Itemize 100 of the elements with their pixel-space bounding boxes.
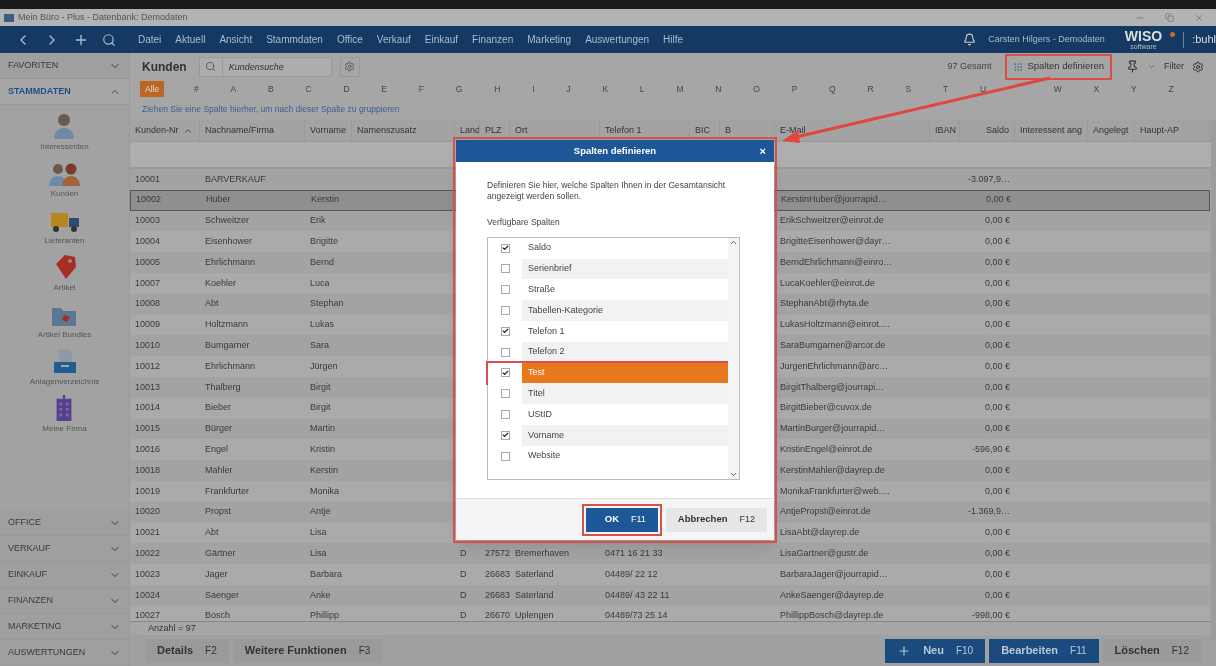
table-cell: BrigitteEisenhower@dayr… [780, 235, 891, 249]
table-cell: Phillipp [310, 609, 340, 621]
table-cell-text: 10023 [135, 567, 161, 581]
table-cell-text: KristinEngel@einrot.de [780, 443, 873, 456]
table-cell-text: D [460, 567, 467, 581]
table-cell-text: 10012 [135, 359, 161, 373]
table-cell-text: 04489/ 22 12 [605, 567, 658, 581]
table-cell: Kerstin [311, 193, 339, 207]
table-cell: Abt [205, 526, 219, 540]
table-cell-text: BARVERKAUF [205, 172, 266, 186]
table-cell: Erik [310, 214, 326, 228]
table-cell: Holtzmann [205, 318, 249, 332]
table-cell: Lisa [310, 526, 327, 540]
table-cell: 10020 [135, 505, 161, 519]
table-cell: 0,00 € [984, 297, 1010, 311]
table-cell: LukasHoltzmann@einrot.… [780, 318, 891, 332]
table-cell-text: MonikaFrankfurter@web.… [780, 484, 891, 498]
table-cell: 10003 [135, 214, 161, 228]
table-cell: D [460, 609, 467, 621]
table-cell: ErikSchweitzer@einrot.de [780, 214, 884, 228]
table-cell: Lukas [310, 318, 335, 332]
table-cell-text: Gärtner [205, 547, 236, 560]
table-cell-text: 0,00 € [984, 588, 1010, 602]
table-cell: 10002 [136, 193, 162, 207]
table-cell: 0,00 € [984, 401, 1010, 415]
table-cell: StephanAbt@rhyta.de [780, 297, 869, 311]
dialog-title: Spalten definieren [573, 143, 657, 158]
table-cell-text: BirgitThalberg@jourrapi… [780, 380, 885, 394]
table-cell-text: Barbara [310, 567, 343, 581]
table-cell-text: Lisa [310, 547, 327, 560]
table-cell-text: 10010 [135, 339, 161, 352]
table-cell: 0,00 € [985, 193, 1011, 207]
table-cell: 26670 [485, 609, 511, 621]
table-cell-text: Anke [310, 588, 331, 602]
table-cell-text: Kristin [310, 443, 335, 456]
dialog-description: Definieren Sie hier, welche Spalten Ihnen in der Gesamtansicht angezeigt werden sollen. [487, 180, 727, 202]
table-cell: MartinBurger@jourrapid… [780, 422, 886, 436]
table-cell-text: 10007 [135, 276, 161, 290]
table-cell-text: BerndEhrlichmann@einro… [780, 255, 893, 269]
table-cell: Antje [310, 505, 331, 519]
table-cell: 10015 [135, 422, 161, 436]
table-cell-text: Kerstin [310, 463, 338, 477]
table-cell-text: JurgenEhrlichmann@arc… [780, 359, 889, 373]
group-hint: Ziehen Sie eine Spalte hierher, um nach dieser Spalte zu gruppieren [142, 102, 400, 116]
table-cell-text: 0,00 € [984, 255, 1010, 269]
table-cell-text: 0,00 € [984, 276, 1010, 290]
table-cell-text: Jürgen [310, 359, 338, 373]
table-cell-text: 0,00 € [984, 463, 1010, 477]
logo-text: WISO [1124, 29, 1163, 43]
table-cell: 10009 [135, 318, 161, 332]
table-cell-text: 0,00 € [984, 339, 1010, 352]
table-cell-text: Saenger [205, 588, 240, 602]
table-cell-text: D [460, 588, 467, 602]
table-cell-text: LisaGartner@gustr.de [780, 547, 869, 560]
window-title: Mein Büro - Plus - Datenbank: Demodaten [18, 10, 188, 24]
list-label: Verfügbare Spalten [487, 216, 561, 229]
table-cell-text: 0,00 € [984, 567, 1010, 581]
table-cell: 10004 [135, 235, 161, 249]
table-cell-text: AnkeSaenger@dayrep.de [780, 588, 884, 602]
table-cell-text: 10018 [135, 463, 161, 477]
table-cell: KerstinHuber@jourrapid… [781, 193, 887, 207]
table-cell: -1.369,9… [967, 505, 1010, 519]
table-cell-text: 10005 [135, 255, 161, 269]
table-cell: Schweitzer [205, 214, 249, 228]
table-cell-text: 0,00 € [984, 380, 1010, 394]
table-cell-text: 10001 [135, 172, 161, 186]
table-cell-text: Monika [310, 484, 339, 498]
table-cell: Bieber [205, 401, 231, 415]
table-cell: LisaAbt@dayrep.de [780, 526, 860, 540]
table-cell: Propst [205, 505, 231, 519]
table-cell-text: 26683 [485, 588, 511, 602]
table-cell: Brigitte [310, 235, 338, 249]
table-cell-text: -3.097,9… [967, 172, 1010, 186]
table-cell-text: 0,00 € [984, 484, 1010, 498]
page-title: Kunden [142, 58, 187, 76]
table-cell-text: -596,90 € [971, 443, 1010, 456]
total-count: 97 Gesamt [947, 59, 992, 73]
table-cell-text: Saterland [515, 588, 554, 602]
table-cell-text: 27572 [485, 547, 511, 560]
table-cell-text: Frankfurter [205, 484, 249, 498]
table-cell: Abt [205, 297, 219, 311]
table-cell-text: Bumgarner [205, 339, 250, 352]
table-cell-text: Engel [205, 443, 229, 456]
table-cell-text: 10022 [135, 547, 161, 560]
table-cell-text: KerstinMahler@dayrep.de [780, 463, 885, 477]
table-cell-text: 10016 [135, 443, 161, 456]
table-cell: -998,00 € [971, 609, 1010, 621]
table-cell: 0,00 € [984, 318, 1010, 332]
table-cell-text: 10019 [135, 484, 161, 498]
table-cell-text: SaraBumgarner@arcor.de [780, 339, 886, 352]
table-cell: 10008 [135, 297, 161, 311]
table-cell-text: Bernd [310, 255, 335, 269]
table-cell-text: D [460, 547, 467, 560]
table-cell: Huber [206, 193, 231, 207]
table-cell-text: Jager [205, 567, 228, 581]
table-cell-text: Luca [310, 276, 330, 290]
table-cell-text: Mahler [205, 463, 233, 477]
table-cell-text: Saterland [515, 567, 554, 581]
table-cell-text: 0,00 € [984, 547, 1010, 560]
table-cell-text: Bremerhaven [515, 547, 570, 560]
